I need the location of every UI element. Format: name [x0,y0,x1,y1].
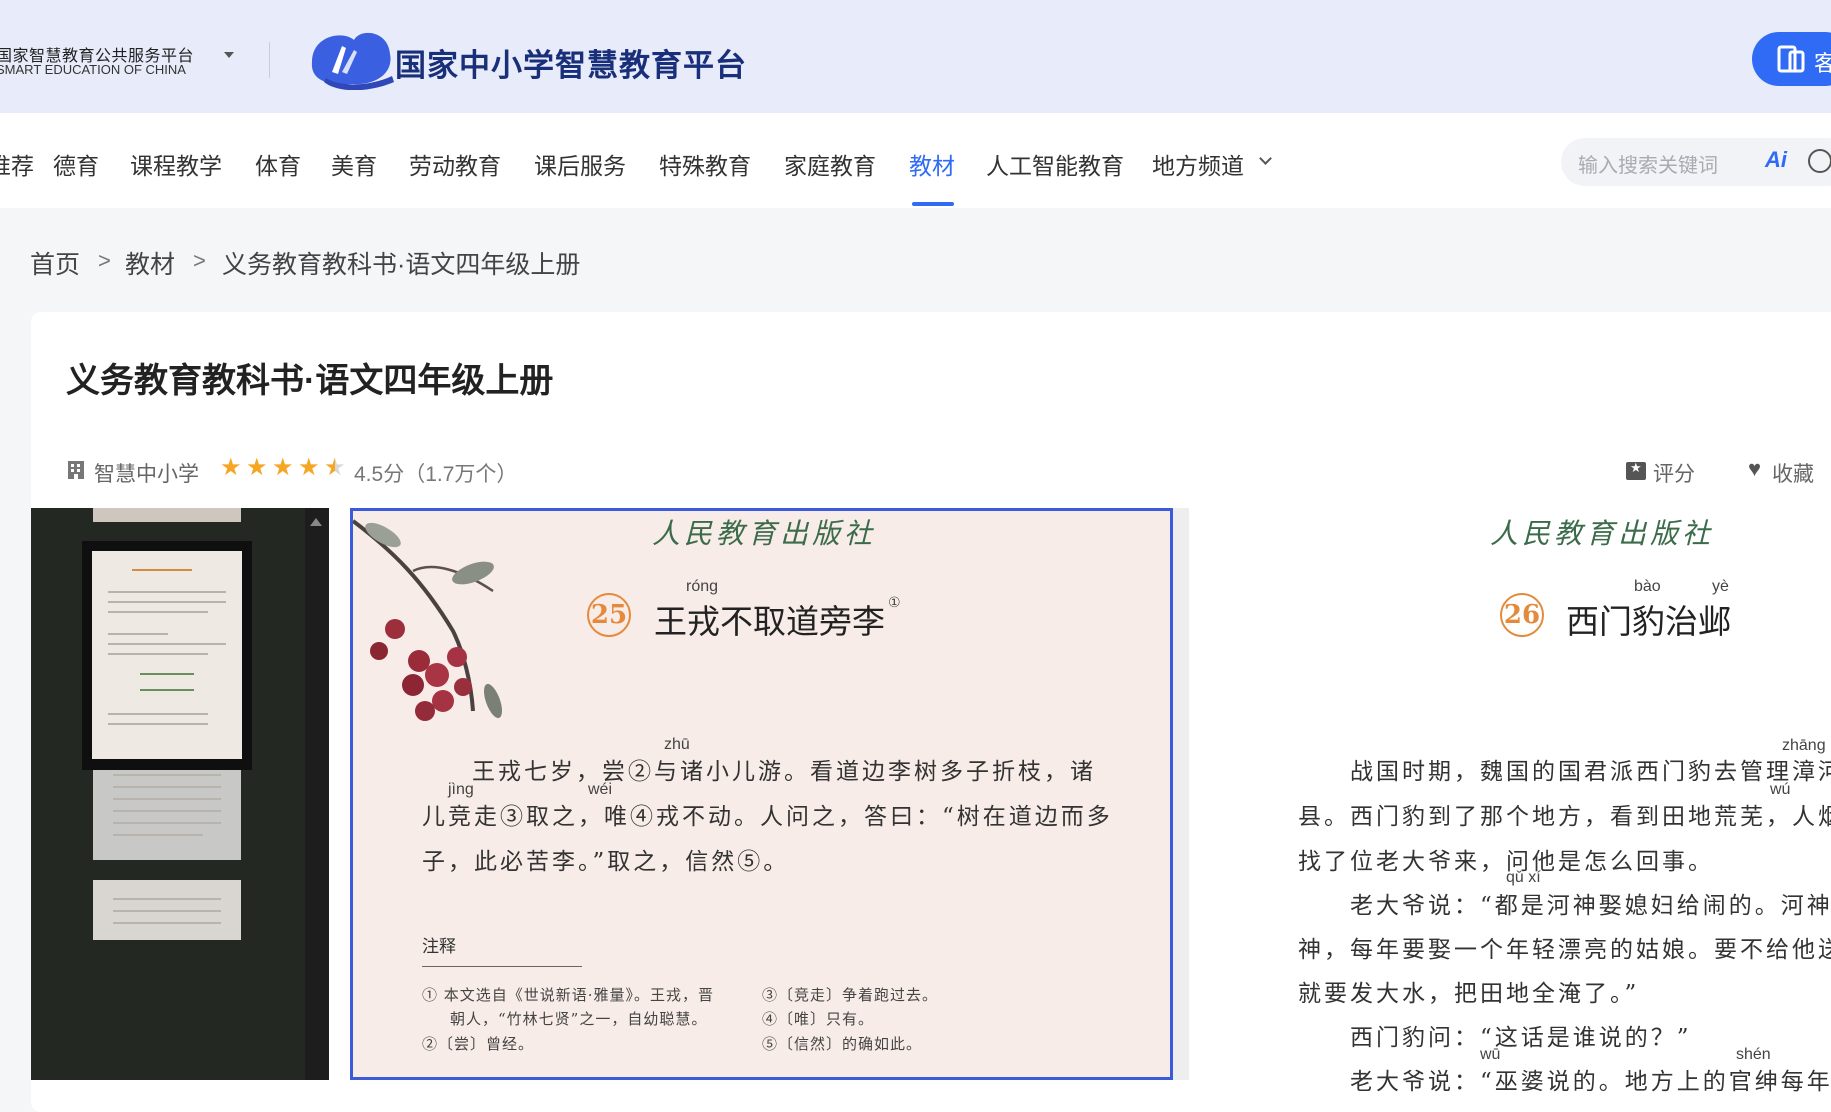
client-button-label: 客户端 [1814,51,1831,76]
text-line: 西门豹问：“这话是谁说的？” [1350,1025,1692,1051]
nav-item-courses[interactable]: 课程教学 [130,147,222,181]
text-line: 就要发大水，把田地全淹了。” [1298,981,1640,1007]
note-item: ②〔尝〕曾经。 [422,1035,535,1053]
nav-item-local[interactable]: 地方频道 [1152,147,1244,181]
publisher-icon [68,461,84,479]
nav-item-special-ed[interactable]: 特殊教育 [659,147,751,181]
lesson-number-badge: 25 [587,593,631,637]
page-gutter [1173,508,1189,1080]
note-item: ⑤〔信然〕的确如此。 [762,1035,923,1053]
page-thumbnail[interactable] [93,508,241,522]
favorite-button[interactable]: 收藏 [1772,458,1814,488]
brand-title[interactable]: 国家中小学智慧教育平台 [395,40,747,85]
star-icon: ★ [246,454,268,481]
note-item: ④〔唯〕只有。 [762,1010,875,1028]
ai-search-icon[interactable]: Ai [1765,147,1787,173]
breadcrumb-separator: > [193,248,206,273]
rate-icon[interactable] [1626,460,1646,480]
text-line: 老大爷说：“巫婆说的。地方上的官绅每年出 [1350,1069,1831,1095]
brand-logo-icon[interactable] [302,24,398,90]
nav-item-ai-education[interactable]: 人工智能教育 [986,147,1124,181]
publisher-name: 智慧中小学 [94,463,199,486]
search-input[interactable]: 输入搜索关键词 [1578,149,1718,178]
header-divider [269,42,270,78]
lesson-title: 王戎不取道旁李 [654,602,885,641]
scroll-up-icon[interactable] [310,518,322,526]
text-line: 王戎七岁，尝②与诸小儿游。看道边李树多子折枝，诸 [472,759,1096,785]
breadcrumb-separator: > [98,248,111,273]
note-item: ① 本文选自《世说新语·雅量》。王戎，晋 [422,986,715,1004]
text-line: 县。西门豹到了那个地方，看到田地荒芜，人烟 [1298,804,1831,830]
text-line: 神，每年要娶一个年轻漂亮的姑娘。要不给他送 [1298,937,1831,963]
search-icon[interactable] [1808,149,1831,173]
nav-item-textbooks[interactable]: 教材 [909,147,955,181]
active-tab-indicator [912,202,954,206]
pinyin-annotation: yè [1712,578,1729,595]
pinyin-annotation: bào [1634,578,1661,595]
platform-dropdown-icon[interactable] [224,52,234,58]
star-icon: ★ [324,454,346,481]
notes-divider [422,966,582,967]
text-line: 战国时期，魏国的国君派西门豹去管理漳河 [1350,759,1831,785]
page-thumbnail[interactable] [93,880,241,940]
breadcrumb-current: 义务教育教科书·语文四年级上册 [222,251,581,279]
footnote-marker: ① [888,594,901,610]
thumbnail-page [92,551,242,759]
nav-item-labor[interactable]: 劳动教育 [409,147,501,181]
lesson-number-badge: 26 [1500,593,1544,637]
text-line: 儿竞走③取之，唯④戎不动。人问之，答曰：“树在道边而多 [422,804,1113,830]
pinyin-annotation: qǔ xí [1506,869,1541,886]
star-icon: ★ [272,454,294,481]
rating-score: 4.5分（1.7万个） [354,463,518,486]
breadcrumb-textbooks[interactable]: 教材 [125,245,175,281]
notes-heading: 注释 [422,937,456,957]
nav-item-recommend[interactable]: 推荐 [0,147,34,181]
star-icon: ★ [220,454,242,481]
nav-item-after-school[interactable]: 课后服务 [534,147,626,181]
publisher-logo-script: 人民教育出版社 [1490,517,1715,550]
rate-button[interactable]: 评分 [1653,458,1695,488]
nav-item-arts[interactable]: 美育 [331,147,377,181]
platform-name-en[interactable]: SMART EDUCATION OF CHINA [0,62,186,77]
note-item: 朝人，“竹林七贤”之一，自幼聪慧。 [450,1010,708,1028]
client-download-button[interactable]: 客户端 [1752,32,1831,86]
publisher-logo-script: 人民教育出版社 [652,517,877,550]
lesson-title: 西门豹治邺 [1566,602,1731,641]
branch-illustration [353,519,503,721]
page-thumbnail-selected[interactable] [82,541,252,770]
nav-item-moral[interactable]: 德育 [53,147,99,181]
nav-item-family[interactable]: 家庭教育 [784,147,876,181]
nav-item-sports[interactable]: 体育 [255,147,301,181]
breadcrumb-home[interactable]: 首页 [30,245,80,281]
heart-icon[interactable]: ♥ [1748,456,1761,482]
page-title: 义务教育教科书·语文四年级上册 [66,362,554,400]
text-line: 子，此必苦李。”取之，信然⑤。 [422,849,790,875]
top-header [0,0,1831,113]
text-line: 老大爷说：“都是河神娶媳妇给闹的。河神 [1350,893,1831,919]
thumbnail-scrollbar[interactable] [305,508,329,1080]
note-item: ③〔竞走〕争着跑过去。 [762,986,939,1004]
pinyin-annotation: róng [686,578,719,595]
star-icon: ★ [298,454,320,481]
device-icon [1777,45,1805,73]
